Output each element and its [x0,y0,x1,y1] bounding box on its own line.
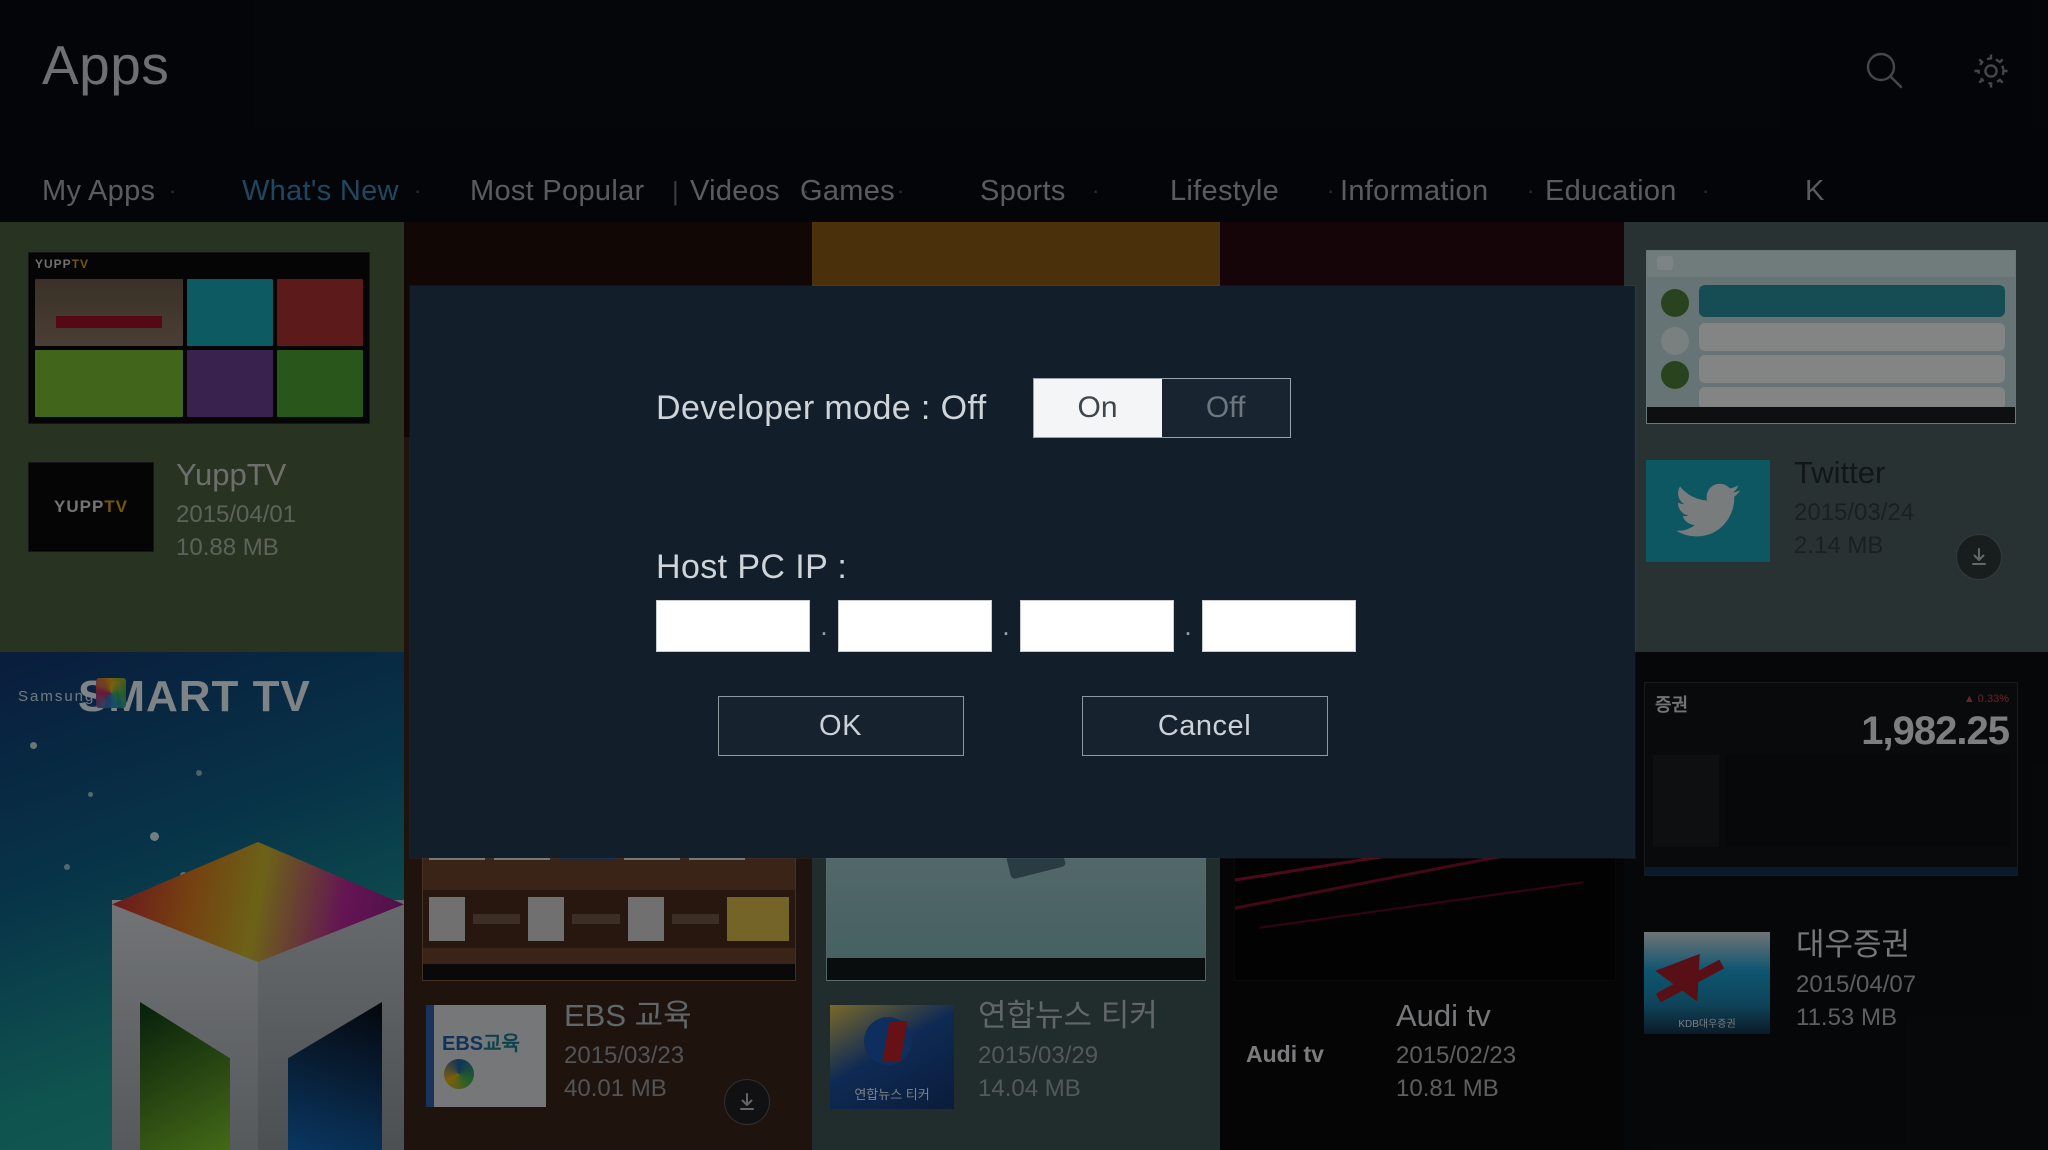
ip-separator-1: . [820,611,828,641]
developer-mode-toggle: On Off [1032,378,1291,438]
host-pc-ip-row: . . . [656,600,1356,652]
ip-separator-2: . [1002,611,1010,641]
ip-separator-3: . [1184,611,1192,641]
developer-mode-label: Developer mode : Off [656,388,987,427]
ok-button[interactable]: OK [717,696,964,756]
host-pc-ip-label: Host PC IP : [656,548,848,586]
ip-octet-4-input[interactable] [1202,600,1356,652]
tv-apps-screen: YUPPTV YUPPTV YuppTV 2015/04/01 10.88 MB… [0,0,2048,1150]
cancel-button[interactable]: Cancel [1081,696,1328,756]
toggle-off-button[interactable]: Off [1161,379,1290,437]
toggle-on-button[interactable]: On [1033,379,1162,437]
ip-octet-1-input[interactable] [656,600,810,652]
developer-mode-row: Developer mode : Off On Off [410,378,1635,438]
dialog-button-row: OK Cancel [410,696,1635,756]
ip-octet-2-input[interactable] [838,600,992,652]
developer-mode-dialog: Developer mode : Off On Off Host PC IP :… [410,286,1635,858]
ip-octet-3-input[interactable] [1020,600,1174,652]
